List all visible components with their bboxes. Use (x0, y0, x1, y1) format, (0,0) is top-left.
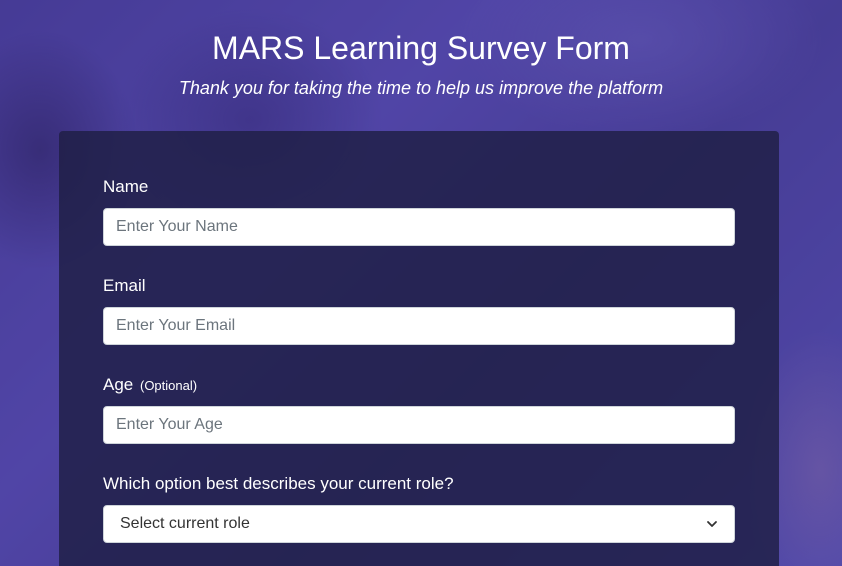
survey-form: Name Email Age (Optional) Which option b… (59, 131, 779, 566)
page-header: MARS Learning Survey Form Thank you for … (0, 28, 842, 99)
chevron-down-icon (706, 518, 718, 530)
email-input[interactable] (103, 307, 735, 345)
age-label-text: Age (103, 375, 134, 394)
name-label: Name (103, 177, 149, 196)
optional-note: (Optional) (139, 378, 198, 393)
age-label: Age (Optional) (103, 375, 735, 395)
age-input[interactable] (103, 406, 735, 444)
page-subtitle: Thank you for taking the time to help us… (178, 78, 664, 98)
age-field-group: Age (Optional) (103, 375, 735, 444)
page-title: MARS Learning Survey Form (212, 30, 630, 66)
role-field-group: Which option best describes your current… (103, 474, 735, 543)
email-field-group: Email (103, 276, 735, 345)
email-label: Email (103, 276, 146, 295)
name-input[interactable] (103, 208, 735, 246)
role-label: Which option best describes your current… (103, 474, 454, 493)
name-field-group: Name (103, 177, 735, 246)
role-select-value: Select current role (120, 515, 250, 532)
role-select[interactable]: Select current role (103, 505, 735, 543)
